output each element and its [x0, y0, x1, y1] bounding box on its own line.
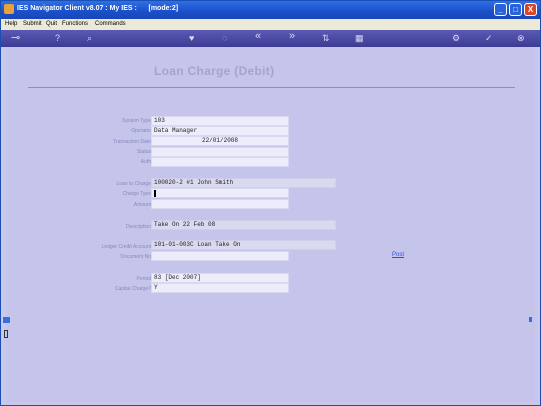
loan-to-charge-field[interactable]: 100020-2 #1 John Smith [151, 178, 336, 188]
period-field[interactable]: 83 [Dec 2007] [151, 273, 289, 283]
title-divider [28, 87, 515, 88]
settings-icon[interactable]: ⚙ [452, 32, 460, 44]
status-label: Status [136, 149, 151, 155]
system-type-field[interactable]: 103 [151, 116, 289, 126]
ledger-credit-account-label: Ledger Credit Account [101, 244, 151, 250]
amount-field[interactable] [151, 199, 289, 209]
back-icon[interactable]: « [255, 30, 261, 42]
menu-bar: Help Submit Quit Functions Commands [1, 19, 540, 30]
side-panel-icon[interactable] [3, 317, 10, 323]
charge-type-field[interactable] [151, 188, 289, 198]
refresh-icon[interactable]: ◌ [222, 32, 227, 44]
favorite-icon[interactable]: ♥ [189, 32, 194, 44]
operator-label: Operator [131, 128, 151, 134]
description-label: Description [125, 224, 151, 230]
amount-label: Amount [133, 202, 151, 208]
toolbar: ⊸ ? ⌕ ♥ ◌ « » ⇅ ▦ ⚙ ✓ ⊗ [1, 30, 540, 47]
menu-quit[interactable]: Quit [46, 21, 57, 27]
app-icon [4, 4, 14, 14]
transaction-date-field[interactable]: 22/01/2008 [151, 136, 289, 146]
help-icon[interactable]: ? [55, 32, 60, 44]
forward-icon[interactable]: » [289, 30, 295, 42]
charge-type-label: Charge Type [122, 191, 151, 197]
text-caret [154, 189, 156, 197]
menu-functions[interactable]: Functions [62, 21, 88, 27]
auth-label: Auth [140, 159, 151, 165]
description-field[interactable]: Take On 22 Feb 08 [151, 220, 336, 230]
sort-icon[interactable]: ⇅ [322, 32, 330, 44]
scroll-marker-icon [529, 317, 532, 322]
check-icon[interactable]: ✓ [485, 32, 493, 44]
maximize-button[interactable]: □ [509, 3, 522, 16]
document-no-label: Document No [120, 254, 151, 260]
search-icon[interactable]: ⌕ [87, 32, 92, 44]
close-button[interactable]: X [524, 3, 537, 16]
form-title: Loan Charge (Debit) [154, 64, 275, 78]
menu-help[interactable]: Help [5, 21, 17, 27]
auth-field[interactable] [151, 157, 289, 167]
period-label: Period [136, 276, 151, 282]
minimize-button[interactable]: _ [494, 3, 507, 16]
app-window: IES Navigator Client v8.07 : My IES : [m… [0, 0, 541, 406]
capital-charge-field[interactable]: Y [151, 283, 289, 293]
grid-icon[interactable]: ▦ [355, 32, 364, 44]
window-title: IES Navigator Client v8.07 : My IES : [m… [17, 5, 179, 12]
menu-commands[interactable]: Commands [95, 21, 126, 27]
capital-charge-label: Capital Charge? [114, 286, 151, 292]
ledger-credit-account-field[interactable]: 101-01-003C Loan Take On [151, 240, 336, 250]
document-icon[interactable] [4, 330, 8, 338]
transaction-date-label: Transaction Date [113, 139, 151, 145]
form-area: Loan Charge (Debit) System Type 103 Oper… [6, 47, 535, 402]
menu-submit[interactable]: Submit [23, 21, 42, 27]
system-type-label: System Type [122, 118, 151, 124]
document-no-field[interactable] [151, 251, 289, 261]
operator-field[interactable]: Data Manager [151, 126, 289, 136]
loan-to-charge-label: Loan to Charge [116, 181, 151, 187]
post-link[interactable]: Post [392, 252, 404, 258]
status-field[interactable] [151, 147, 289, 157]
title-bar[interactable]: IES Navigator Client v8.07 : My IES : [m… [1, 1, 540, 19]
close-form-icon[interactable]: ⊗ [517, 32, 525, 44]
key-icon[interactable]: ⊸ [11, 32, 20, 44]
